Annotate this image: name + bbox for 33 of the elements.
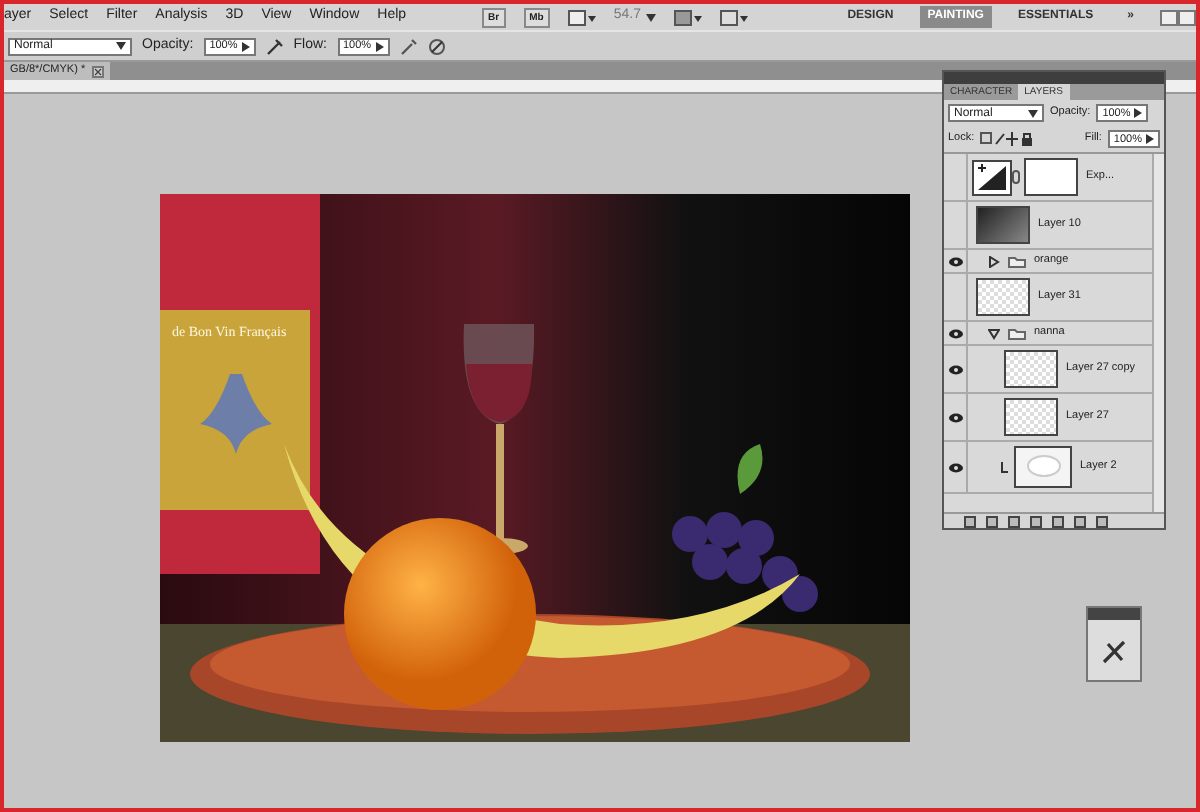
arrow-icon[interactable] [375, 41, 384, 51]
lock-options-icon[interactable] [980, 132, 1033, 146]
airbrush-icon[interactable] [399, 37, 418, 55]
collapsed-triangle-icon[interactable] [988, 255, 1000, 267]
eye-icon[interactable] [947, 255, 963, 267]
tools-icon[interactable] [1102, 640, 1126, 664]
panel-title-bar [1088, 608, 1140, 620]
arrow-icon[interactable] [1146, 134, 1154, 144]
close-icon[interactable] [91, 65, 104, 77]
transparent-thumbnail [976, 278, 1030, 316]
arrow-icon[interactable] [1134, 108, 1143, 118]
expanded-triangle-icon[interactable] [988, 327, 1000, 339]
gradient-thumbnail [976, 206, 1030, 244]
adjustment-layer-icon [972, 159, 1012, 195]
arrange-icon[interactable] [674, 9, 703, 25]
mask-thumbnail [1024, 158, 1078, 196]
airbrush-pressure-icon[interactable] [265, 37, 284, 55]
eye-icon[interactable] [947, 411, 963, 423]
transparent-thumbnail [1004, 398, 1058, 436]
eye-icon[interactable] [947, 327, 963, 339]
caret-icon[interactable] [116, 42, 126, 50]
caret-icon[interactable] [1028, 109, 1038, 117]
tablet-pressure-icon[interactable] [427, 37, 446, 55]
caret-icon[interactable] [646, 13, 657, 21]
view-extras-icon[interactable] [567, 9, 596, 25]
arrow-icon[interactable] [241, 41, 250, 51]
screen-mode-icon[interactable] [720, 9, 749, 25]
eye-icon[interactable] [947, 363, 963, 375]
scroll-bar[interactable] [1152, 154, 1164, 512]
eye-icon[interactable] [947, 461, 963, 473]
transparent-thumbnail [1004, 350, 1058, 388]
shape-thumbnail [1014, 446, 1072, 488]
window-controls-icon[interactable] [1160, 9, 1196, 25]
